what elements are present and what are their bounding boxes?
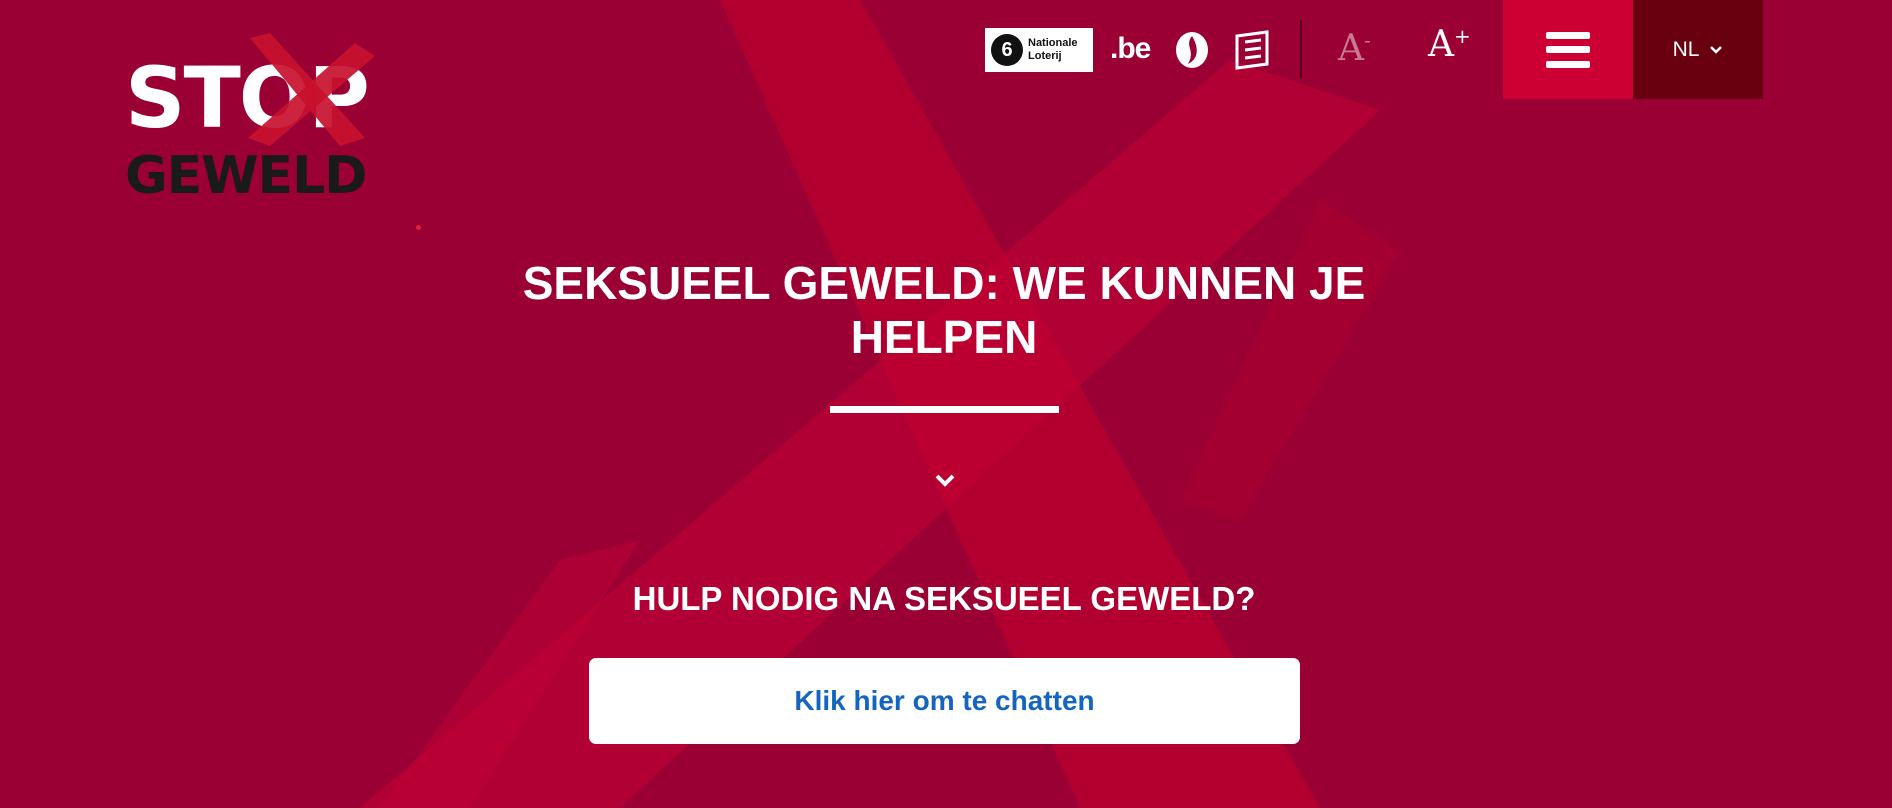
- title-underline: [830, 406, 1059, 413]
- chevron-down-icon: [1710, 45, 1723, 54]
- font-increase-button[interactable]: A+: [1428, 24, 1471, 65]
- chevron-down-icon[interactable]: [930, 466, 960, 496]
- page-title: SEKSUEEL GEWELD: WE KUNNEN JE HELPEN: [522, 257, 1366, 363]
- chat-button[interactable]: Klik hier om te chatten: [589, 658, 1300, 744]
- hamburger-icon: [1546, 31, 1590, 68]
- language-label: NL: [1672, 37, 1700, 61]
- font-decrease-button[interactable]: A-: [1338, 28, 1371, 69]
- loterij-text: Nationale Loterij: [1028, 37, 1078, 62]
- header-divider: [1300, 20, 1302, 78]
- header-bar: 6 Nationale Loterij .be A- A+ NL: [0, 0, 1892, 100]
- book-icon[interactable]: [1233, 30, 1271, 70]
- belgium-be-logo[interactable]: .be: [1110, 32, 1151, 66]
- nationale-loterij-logo[interactable]: 6 Nationale Loterij: [985, 28, 1093, 72]
- language-selector[interactable]: NL: [1633, 0, 1763, 99]
- help-heading: HULP NODIG NA SEKSUEEL GEWELD?: [632, 580, 1256, 617]
- loterij-number: 6: [991, 34, 1023, 66]
- flame-icon[interactable]: [1174, 30, 1210, 70]
- menu-button[interactable]: [1503, 0, 1633, 99]
- decorative-dot: [416, 225, 421, 230]
- logo-geweld-text: GEWELD: [125, 146, 367, 206]
